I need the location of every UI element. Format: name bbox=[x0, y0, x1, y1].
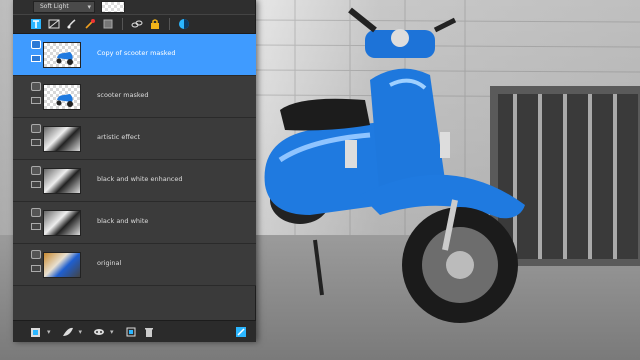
layer-row[interactable]: artistic effect bbox=[13, 118, 256, 160]
layers-toolbar bbox=[13, 14, 255, 34]
layer-controls bbox=[31, 208, 41, 238]
visibility-icon[interactable] bbox=[31, 40, 41, 49]
toolbar-divider bbox=[169, 18, 170, 30]
layer-group-icon[interactable] bbox=[92, 325, 106, 339]
blue-scooter bbox=[264, 7, 525, 323]
brush-layer-icon[interactable] bbox=[65, 17, 79, 31]
delete-icon[interactable] bbox=[142, 325, 156, 339]
layer-controls bbox=[31, 124, 41, 154]
layers-panel: Soft Light ▾ Copy of scooter masked scoo… bbox=[13, 0, 256, 342]
scooter-thumbnail-icon bbox=[56, 94, 73, 107]
blend-bar: Soft Light bbox=[13, 0, 255, 14]
lock-icon[interactable] bbox=[148, 17, 162, 31]
merge-icon[interactable] bbox=[124, 325, 138, 339]
layer-controls bbox=[31, 82, 41, 112]
layer-name: black and white enhanced bbox=[97, 175, 183, 183]
layer-row[interactable]: black and white bbox=[13, 202, 256, 244]
link-icon[interactable] bbox=[130, 17, 144, 31]
layer-list: Copy of scooter masked scooter masked ar… bbox=[13, 34, 256, 286]
layer-row[interactable]: Copy of scooter masked bbox=[13, 34, 256, 76]
layer-controls bbox=[31, 40, 41, 70]
visibility-icon[interactable] bbox=[31, 82, 41, 91]
chevron-down-icon[interactable]: ▾ bbox=[79, 328, 83, 336]
chevron-down-icon[interactable]: ▾ bbox=[110, 328, 114, 336]
toolbar-divider bbox=[122, 18, 123, 30]
visibility-icon[interactable] bbox=[31, 124, 41, 133]
layer-name: original bbox=[97, 259, 122, 267]
opacity-swatch[interactable] bbox=[101, 1, 125, 13]
mask-link-icon[interactable] bbox=[31, 181, 41, 188]
layer-stack-icon[interactable] bbox=[101, 17, 115, 31]
layer-row[interactable]: scooter masked bbox=[13, 76, 256, 118]
layer-row[interactable]: black and white enhanced bbox=[13, 160, 256, 202]
layer-row[interactable]: original bbox=[13, 244, 256, 286]
layer-thumbnail bbox=[43, 210, 81, 236]
layers-bottom-bar: ▾ ▾ ▾ bbox=[13, 320, 256, 342]
layer-thumbnail bbox=[43, 168, 81, 194]
settings-icon[interactable] bbox=[234, 325, 248, 339]
text-layer-icon[interactable] bbox=[29, 17, 43, 31]
visibility-icon[interactable] bbox=[31, 208, 41, 217]
mask-link-icon[interactable] bbox=[31, 97, 41, 104]
mask-link-icon[interactable] bbox=[31, 265, 41, 272]
fill-layer-icon[interactable] bbox=[47, 17, 61, 31]
visibility-icon[interactable] bbox=[31, 166, 41, 175]
layer-thumbnail bbox=[43, 84, 81, 110]
layer-thumbnail bbox=[43, 126, 81, 152]
scooter-thumbnail-icon bbox=[56, 52, 73, 65]
mask-link-icon[interactable] bbox=[31, 55, 41, 62]
visibility-icon[interactable] bbox=[31, 250, 41, 259]
layer-name: black and white bbox=[97, 217, 149, 225]
layer-name: artistic effect bbox=[97, 133, 140, 141]
chevron-down-icon[interactable]: ▾ bbox=[47, 328, 51, 336]
layer-thumbnail bbox=[43, 252, 81, 278]
blend-mode-dropdown[interactable]: Soft Light bbox=[33, 1, 95, 13]
layer-name: Copy of scooter masked bbox=[97, 49, 176, 57]
layer-controls bbox=[31, 250, 41, 280]
effects-icon[interactable] bbox=[83, 17, 97, 31]
layer-thumbnail bbox=[43, 42, 81, 68]
layer-name: scooter masked bbox=[97, 91, 149, 99]
mask-link-icon[interactable] bbox=[31, 223, 41, 230]
adjustment-icon[interactable] bbox=[177, 17, 191, 31]
mask-icon[interactable] bbox=[61, 325, 75, 339]
layer-controls bbox=[31, 166, 41, 196]
mask-link-icon[interactable] bbox=[31, 139, 41, 146]
new-layer-icon[interactable] bbox=[29, 325, 43, 339]
